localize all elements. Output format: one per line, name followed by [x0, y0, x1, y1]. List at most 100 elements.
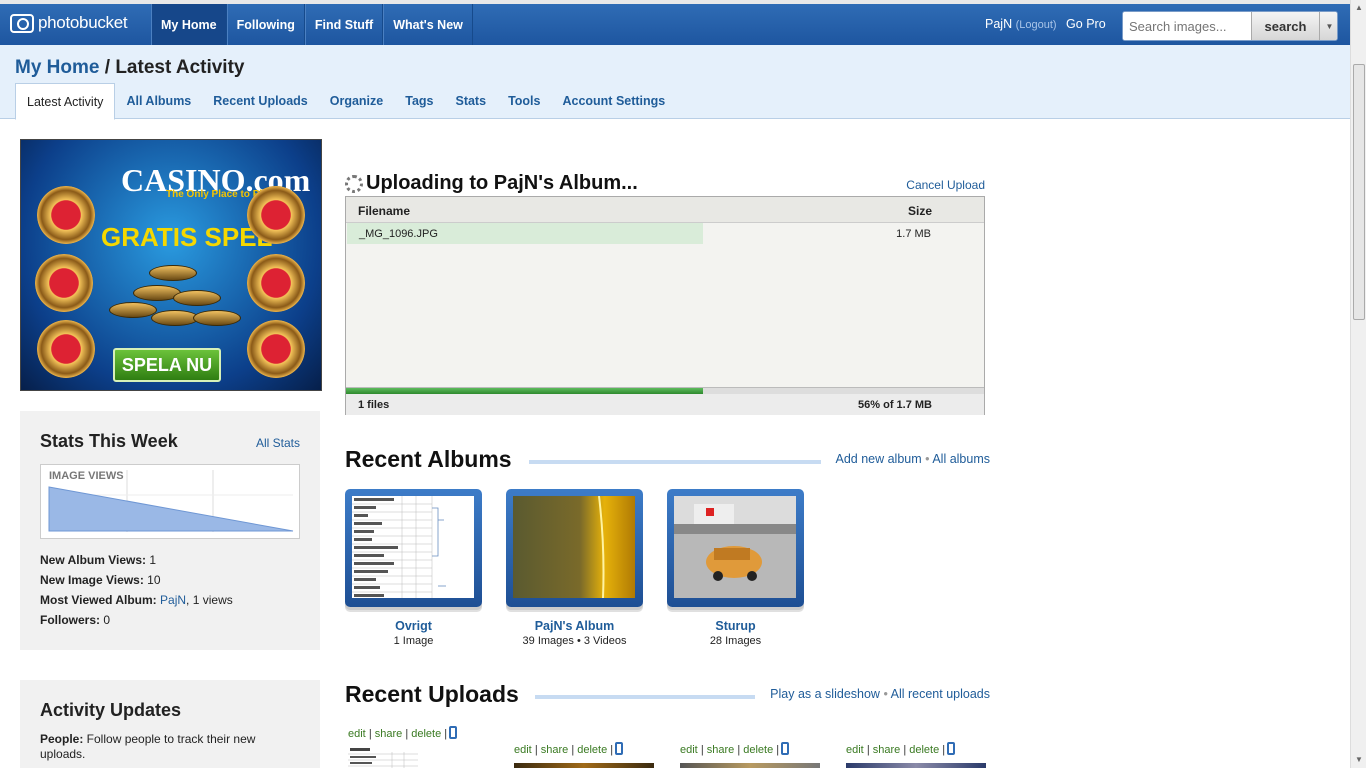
- nav-find-stuff[interactable]: Find Stuff: [304, 4, 384, 45]
- file-size: 1.7 MB: [896, 228, 931, 240]
- tab-stats[interactable]: Stats: [444, 83, 497, 119]
- album-cover[interactable]: [506, 489, 643, 607]
- album-card[interactable]: PajN's Album 39 Images • 3 Videos: [506, 489, 643, 647]
- upload-thumbnail-photo[interactable]: [846, 763, 986, 768]
- all-stats-link[interactable]: All Stats: [256, 436, 300, 450]
- share-link[interactable]: share: [873, 744, 901, 756]
- cancel-upload-link[interactable]: Cancel Upload: [906, 178, 985, 192]
- camera-icon: [10, 13, 34, 33]
- tab-latest-activity[interactable]: Latest Activity: [15, 83, 116, 120]
- album-name[interactable]: Sturup: [667, 619, 804, 633]
- add-new-album-link[interactable]: Add new album: [835, 452, 921, 466]
- album-thumbnail-car: [674, 496, 796, 598]
- tab-tools[interactable]: Tools: [497, 83, 551, 119]
- search-options-dropdown[interactable]: ▼: [1319, 12, 1337, 40]
- most-viewed-album-link[interactable]: PajN: [160, 593, 186, 607]
- nav-whats-new[interactable]: What's New: [383, 4, 473, 45]
- username-link[interactable]: PajN: [985, 17, 1012, 31]
- nav-my-home[interactable]: My Home: [151, 4, 227, 45]
- scrollbar-thumb[interactable]: [1353, 64, 1365, 320]
- all-albums-link[interactable]: All albums: [932, 452, 990, 466]
- album-cover[interactable]: [345, 489, 482, 607]
- nav-following[interactable]: Following: [226, 4, 305, 45]
- album-name[interactable]: PajN's Album: [506, 619, 643, 633]
- upload-actions: edit | share | delete |: [846, 742, 956, 756]
- tab-recent-uploads[interactable]: Recent Uploads: [202, 83, 318, 119]
- coin-stack: [173, 290, 221, 306]
- all-recent-uploads-link[interactable]: All recent uploads: [891, 687, 990, 701]
- logout-link[interactable]: (Logout): [1016, 19, 1057, 31]
- tab-account-settings[interactable]: Account Settings: [551, 83, 676, 119]
- album-name[interactable]: Ovrigt: [345, 619, 482, 633]
- tab-all-albums[interactable]: All Albums: [115, 83, 202, 119]
- delete-link[interactable]: delete: [411, 728, 441, 740]
- share-link[interactable]: share: [375, 728, 403, 740]
- cards-chip-icon: [247, 254, 305, 312]
- breadcrumb-home-link[interactable]: My Home: [15, 57, 99, 78]
- chevron-down-icon: ▼: [1325, 21, 1334, 31]
- mobile-phone-icon[interactable]: [781, 742, 790, 755]
- upload-footer: 1 files 56% of 1.7 MB: [346, 394, 984, 415]
- stats-title: Stats This Week: [40, 431, 178, 451]
- mobile-phone-icon[interactable]: [615, 742, 624, 755]
- breadcrumb: My Home / Latest Activity: [15, 57, 244, 79]
- photobucket-logo[interactable]: photobucket: [10, 10, 128, 36]
- scroll-down-arrow-icon[interactable]: ▼: [1351, 752, 1366, 768]
- share-link[interactable]: share: [541, 744, 569, 756]
- album-thumbnail-photo: [513, 495, 635, 599]
- album-cover[interactable]: [667, 489, 804, 607]
- activity-people-text: People: Follow people to track their new…: [40, 732, 256, 761]
- album-card[interactable]: Sturup 28 Images: [667, 489, 804, 647]
- page-header: My Home / Latest Activity Latest Activit…: [0, 45, 1350, 120]
- upload-actions: edit | share | delete |: [514, 742, 624, 756]
- album-card[interactable]: Ovrigt 1 Image: [345, 489, 482, 647]
- upload-thumbnail-photo[interactable]: [680, 763, 820, 768]
- tab-tags[interactable]: Tags: [394, 83, 444, 119]
- delete-link[interactable]: delete: [577, 744, 607, 756]
- recent-uploads-header: Recent Uploads Play as a slideshow • All…: [345, 681, 990, 709]
- mobile-phone-icon[interactable]: [947, 742, 956, 755]
- upload-item: edit | share | delete |: [514, 742, 654, 768]
- search-box: search ▼: [1122, 11, 1338, 41]
- search-input[interactable]: [1123, 12, 1251, 40]
- upload-thumbnail-document: [348, 746, 466, 768]
- ad-cta-button[interactable]: SPELA NU: [113, 348, 221, 382]
- mobile-phone-icon[interactable]: [449, 726, 458, 739]
- upload-thumbnail-photo[interactable]: [514, 763, 654, 768]
- edit-link[interactable]: edit: [348, 728, 366, 740]
- user-area: PajN (Logout) Go Pro: [985, 17, 1106, 31]
- delete-link[interactable]: delete: [909, 744, 939, 756]
- coin-stack: [149, 265, 197, 281]
- scroll-up-arrow-icon[interactable]: ▲: [1351, 0, 1366, 16]
- ad-headline: GRATIS SPEL: [101, 222, 273, 252]
- upload-title: Uploading to PajN's Album...: [366, 172, 638, 194]
- album-count: 1 Image: [393, 635, 434, 647]
- stat-new-album-views: New Album Views: 1: [40, 553, 157, 567]
- slideshow-link[interactable]: Play as a slideshow: [770, 687, 880, 701]
- tab-organize[interactable]: Organize: [319, 83, 395, 119]
- image-views-chart: IMAGE VIEWS: [40, 464, 300, 539]
- bingo-chip-icon: [37, 320, 95, 378]
- image-views-sparkline: [48, 470, 294, 532]
- go-pro-link[interactable]: Go Pro: [1066, 17, 1106, 31]
- album-count: 28 Images: [709, 635, 762, 647]
- search-button[interactable]: search: [1251, 12, 1319, 40]
- edit-link[interactable]: edit: [680, 744, 698, 756]
- vertical-scrollbar[interactable]: ▲ ▼: [1350, 0, 1366, 768]
- breadcrumb-separator: /: [99, 57, 116, 78]
- delete-link[interactable]: delete: [743, 744, 773, 756]
- share-link[interactable]: share: [707, 744, 735, 756]
- column-size: Size: [907, 204, 932, 218]
- poker-chip-icon: [247, 186, 305, 244]
- upload-table-header: Filename Size: [346, 197, 984, 223]
- poker-chip-icon: [37, 186, 95, 244]
- casino-advertisement[interactable]: CASINO.com The Only Place to Play GRATIS…: [20, 139, 322, 391]
- recent-albums-links: Add new album • All albums: [835, 452, 990, 466]
- coin-stack: [193, 310, 241, 326]
- files-count: 1 files: [358, 399, 390, 411]
- recent-albums-title: Recent Albums: [345, 446, 512, 472]
- edit-link[interactable]: edit: [514, 744, 532, 756]
- recent-albums-header: Recent Albums Add new album • All albums: [345, 446, 990, 474]
- column-filename: Filename: [358, 204, 411, 218]
- edit-link[interactable]: edit: [846, 744, 864, 756]
